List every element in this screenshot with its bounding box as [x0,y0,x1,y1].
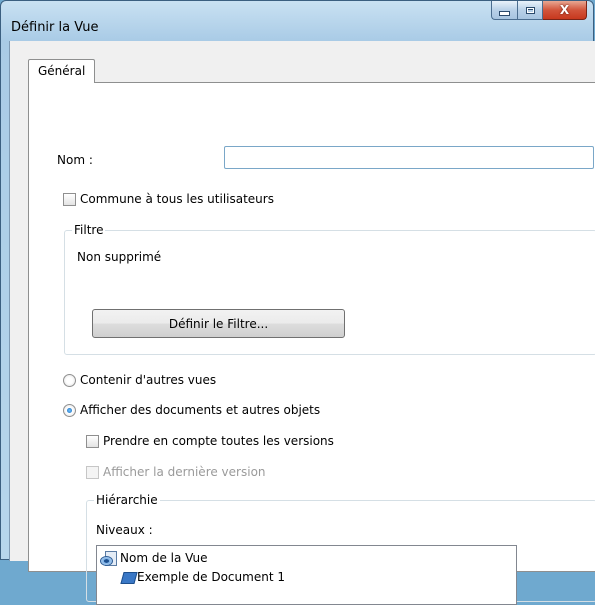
caption-buttons: X [491,1,587,21]
afficher-documents-label: Afficher des documents et autres objets [80,403,321,417]
minimize-button[interactable] [491,1,517,20]
hierarchie-groupbox: Hiérarchie Niveaux : Nom de la Vue Exemp… [86,493,595,605]
close-icon: X [559,3,570,17]
definir-filtre-button[interactable]: Définir le Filtre... [92,309,345,338]
window-title: Définir la Vue [11,20,99,35]
nom-label: Nom : [57,153,93,167]
tree-item[interactable]: Nom de la Vue [100,550,208,566]
derniere-version-checkbox [86,465,99,479]
tab-label: Général [38,64,86,78]
radio-row-documents[interactable]: Afficher des documents et autres objets [63,403,320,417]
commune-label: Commune à tous les utilisateurs [80,192,274,206]
commune-checkbox-row[interactable]: Commune à tous les utilisateurs [63,192,274,206]
filtre-value: Non supprimé [77,250,162,264]
derniere-version-row: Afficher la dernière version [86,465,266,479]
commune-checkbox[interactable] [63,192,76,206]
tree-item[interactable]: Exemple de Document 1 [121,570,285,584]
derniere-version-label: Afficher la dernière version [103,465,266,479]
document-icon [121,570,135,584]
contenir-vues-label: Contenir d'autres vues [80,373,217,387]
tree-item-label: Nom de la Vue [120,551,208,565]
filtre-groupbox: Filtre Non supprimé Définir le Filtre... [64,223,595,355]
niveaux-label: Niveaux : [96,523,153,537]
filtre-legend: Filtre [72,223,106,237]
tree-item-label: Exemple de Document 1 [137,570,285,584]
contenir-vues-radio[interactable] [63,373,76,387]
toutes-versions-checkbox[interactable] [86,434,99,448]
minimize-icon [499,10,510,16]
toutes-versions-label: Prendre en compte toutes les versions [103,434,334,448]
maximize-icon [525,6,535,14]
toutes-versions-row[interactable]: Prendre en compte toutes les versions [86,434,334,448]
tab-general[interactable]: Général [28,59,96,83]
dialog-client-area: Général Nom : Commune à tous les utilisa… [9,41,595,605]
hierarchie-legend: Hiérarchie [94,493,160,507]
close-button[interactable]: X [543,1,587,20]
afficher-documents-radio[interactable] [63,403,76,417]
niveaux-tree[interactable]: Nom de la Vue Exemple de Document 1 [96,545,517,605]
nom-input[interactable] [224,146,594,169]
view-icon [100,550,118,566]
title-bar[interactable]: Définir la Vue X [1,1,593,41]
tab-panel-general: Nom : Commune à tous les utilisateurs Fi… [28,82,595,605]
dialog-window: Définir la Vue X Général Nom : Commune à… [0,0,595,605]
radio-row-vues[interactable]: Contenir d'autres vues [63,373,216,387]
maximize-button[interactable] [517,1,543,20]
